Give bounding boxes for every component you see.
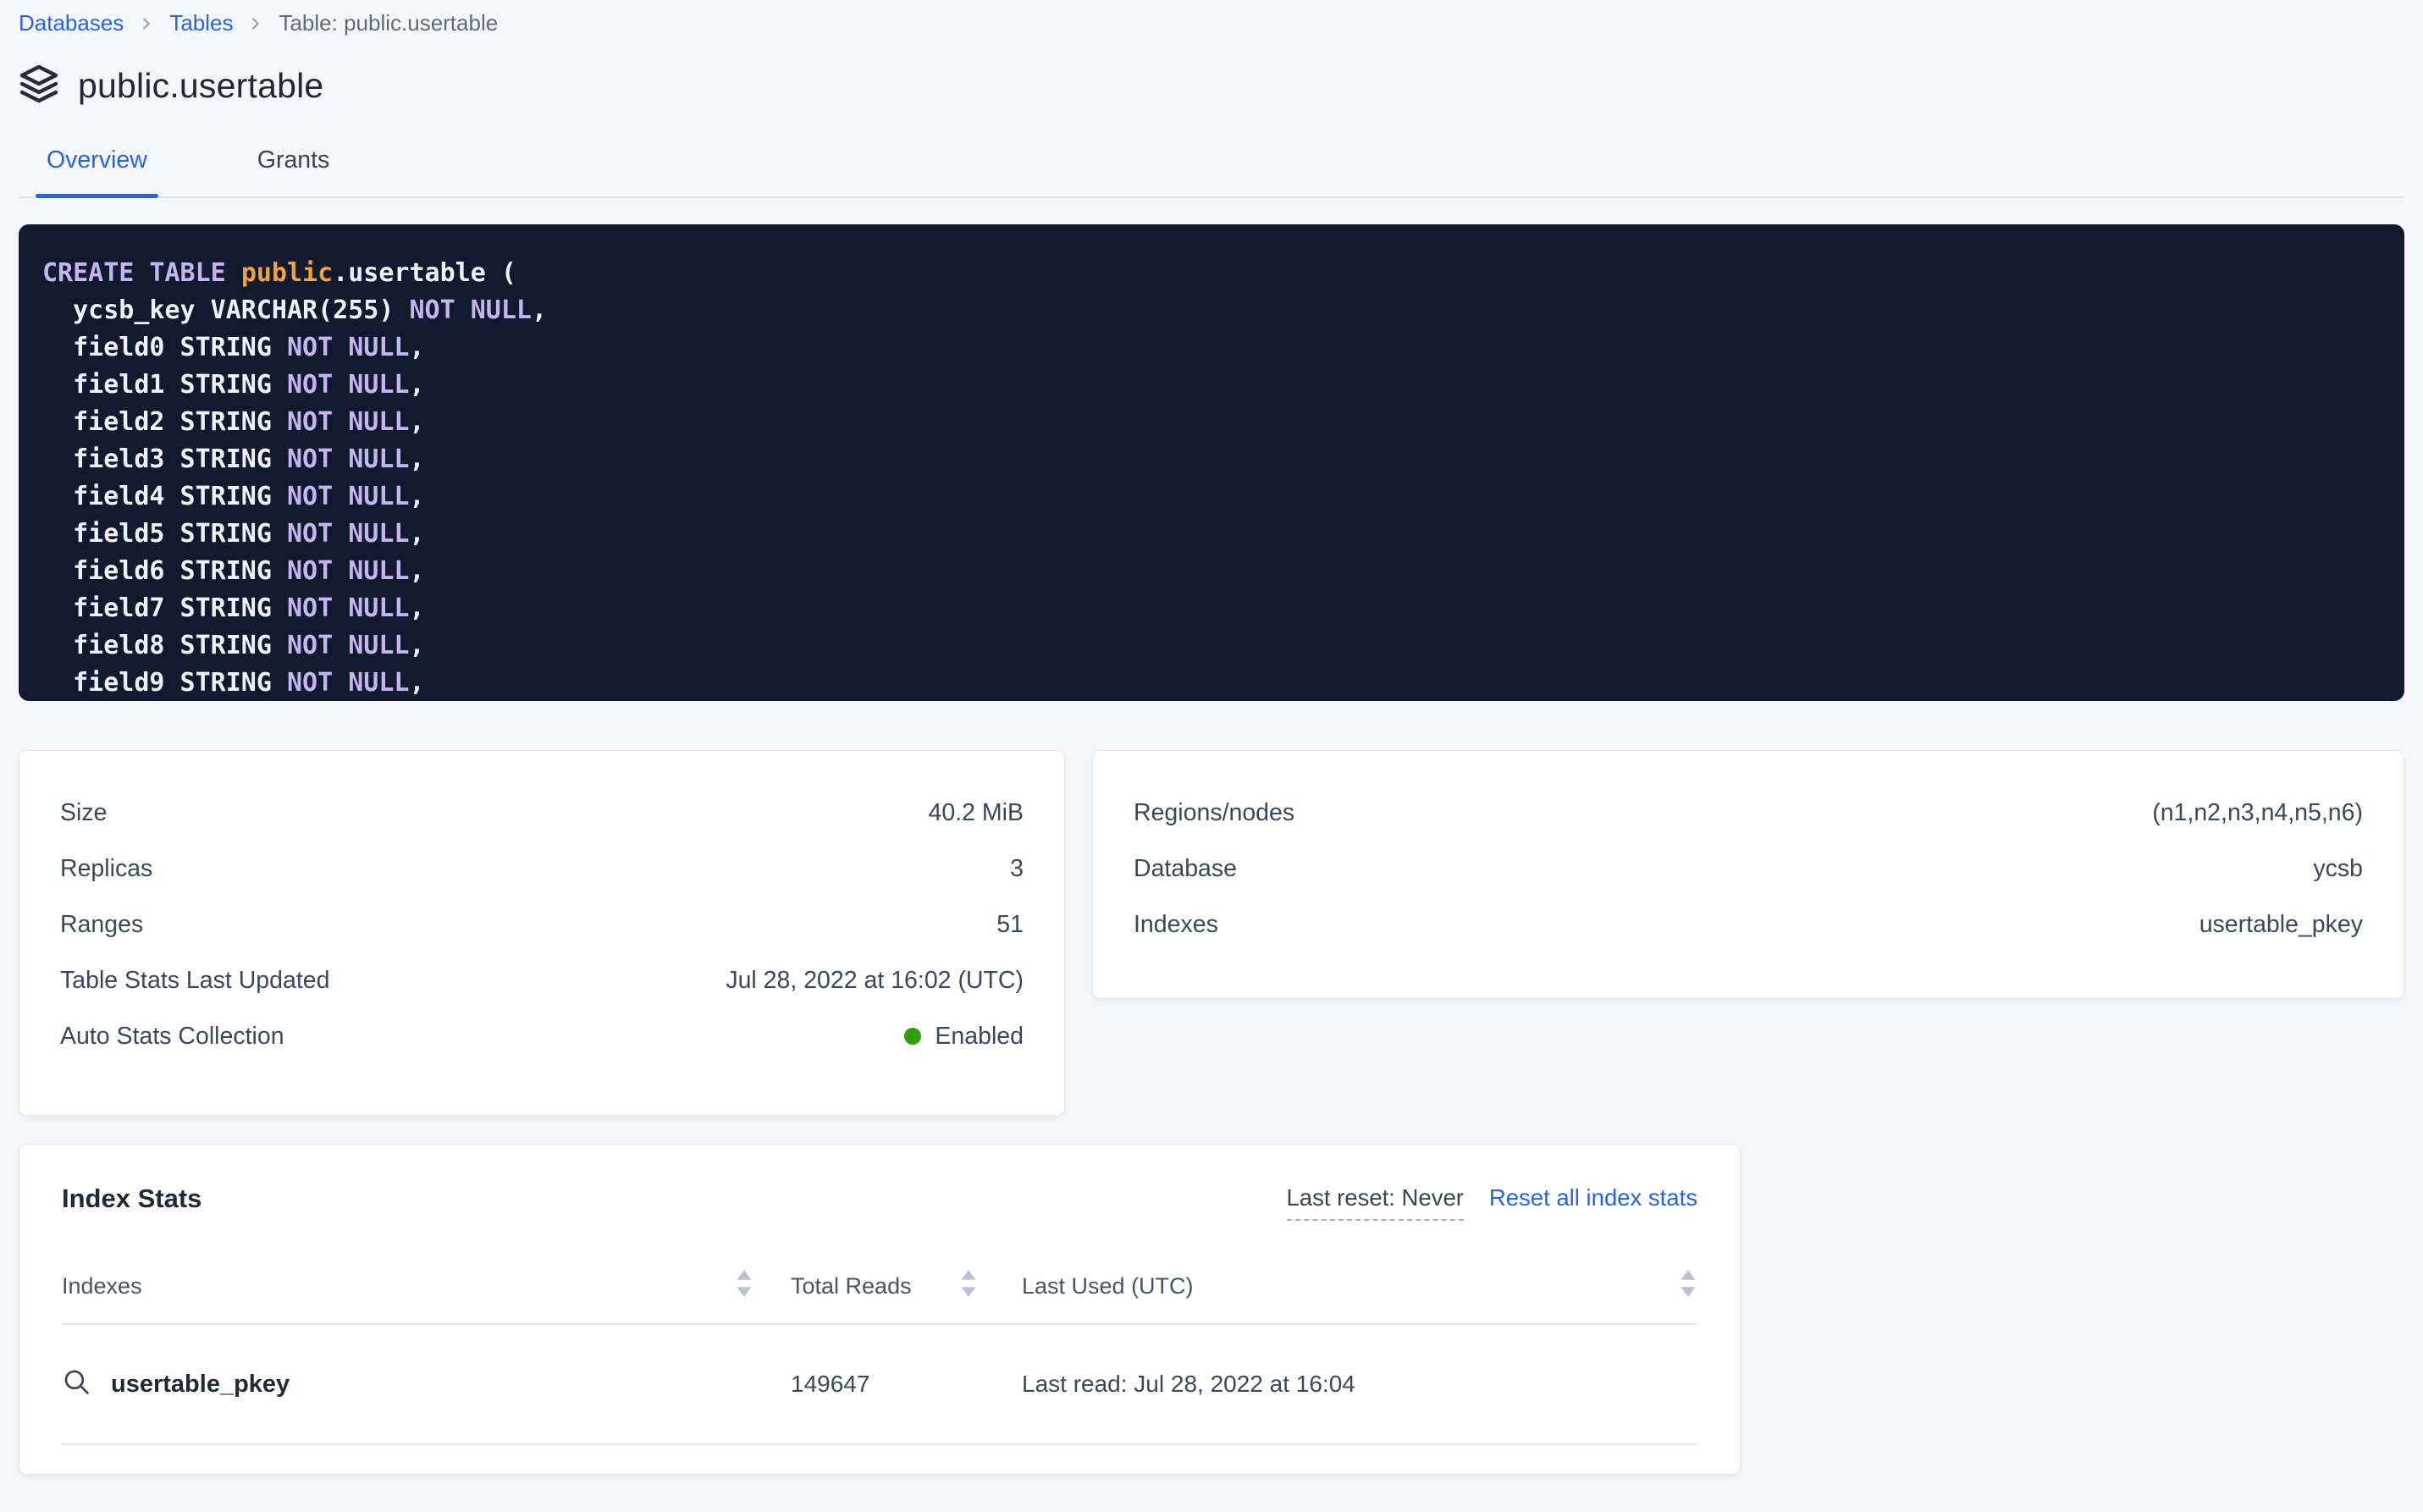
index-name-cell[interactable]: usertable_pkey <box>62 1367 791 1402</box>
summary-label: Replicas <box>60 855 152 882</box>
summary-row-replicas: Replicas 3 <box>60 841 1024 897</box>
index-name: usertable_pkey <box>111 1371 290 1399</box>
column-header-indexes[interactable]: Indexes <box>62 1270 791 1303</box>
summary-label: Indexes <box>1134 911 1218 938</box>
summary-value: 40.2 MiB <box>929 799 1024 826</box>
chevron-right-icon <box>246 14 265 33</box>
summary-row-size: Size 40.2 MiB <box>60 785 1024 841</box>
breadcrumb-link-tables[interactable]: Tables <box>169 10 233 36</box>
sql-line: field6 STRING NOT NULL, <box>42 553 2384 590</box>
last-reset-tooltip-anchor[interactable]: Last reset: Never <box>1287 1184 1464 1221</box>
summary-row-stats-updated: Table Stats Last Updated Jul 28, 2022 at… <box>60 952 1024 1008</box>
tab-overview[interactable]: Overview <box>36 146 158 196</box>
summary-label: Ranges <box>60 911 143 938</box>
index-stats-table-header: Indexes Total Reads Last Used (UTC) <box>62 1270 1697 1325</box>
chevron-right-icon <box>137 14 156 33</box>
summary-cards-row: Size 40.2 MiB Replicas 3 Ranges 51 Table… <box>19 750 2404 1116</box>
column-header-label: Last Used (UTC) <box>1022 1273 1194 1300</box>
summary-value: 3 <box>1010 855 1024 882</box>
summary-value: usertable_pkey <box>2199 911 2363 938</box>
sql-line: field4 STRING NOT NULL, <box>42 478 2384 516</box>
summary-row-auto-stats: Auto Stats Collection Enabled <box>60 1008 1024 1064</box>
sql-line: CREATE TABLE public.usertable ( <box>42 255 2384 292</box>
total-reads-cell: 149647 <box>791 1371 1022 1398</box>
summary-row-database: Database ycsb <box>1134 841 2363 897</box>
sql-line: field5 STRING NOT NULL, <box>42 516 2384 553</box>
breadcrumb-current: Table: public.usertable <box>279 10 498 36</box>
layers-icon <box>19 63 59 108</box>
index-stats-header: Index Stats Last reset: Never Reset all … <box>62 1180 1697 1221</box>
summary-label: Size <box>60 799 107 826</box>
table-summary-card: Size 40.2 MiB Replicas 3 Ranges 51 Table… <box>19 750 1065 1116</box>
last-used-cell: Last read: Jul 28, 2022 at 16:04 <box>1022 1371 1697 1398</box>
index-stats-controls: Last reset: Never Reset all index stats <box>1287 1184 1698 1221</box>
status-badge: Enabled <box>904 1023 1024 1050</box>
column-header-label: Indexes <box>62 1273 142 1300</box>
sort-arrows-icon[interactable] <box>959 1270 978 1303</box>
status-text: Enabled <box>935 1023 1024 1050</box>
column-header-total-reads[interactable]: Total Reads <box>791 1270 1022 1303</box>
summary-label: Table Stats Last Updated <box>60 967 329 994</box>
page-title-row: public.usertable <box>19 63 2404 108</box>
index-stats-title: Index Stats <box>62 1180 201 1217</box>
breadcrumb: Databases Tables Table: public.usertable <box>19 0 2404 36</box>
summary-label: Regions/nodes <box>1134 799 1294 826</box>
table-row[interactable]: usertable_pkey 149647 Last read: Jul 28,… <box>62 1325 1697 1445</box>
tab-bar: Overview Grants <box>19 146 2404 198</box>
sql-line: field0 STRING NOT NULL, <box>42 329 2384 367</box>
sort-arrows-icon[interactable] <box>1679 1270 1697 1303</box>
summary-value: ycsb <box>2313 855 2363 882</box>
sql-line: field8 STRING NOT NULL, <box>42 627 2384 665</box>
summary-row-regions: Regions/nodes (n1,n2,n3,n4,n5,n6) <box>1134 785 2363 841</box>
sql-line: field9 STRING NOT NULL, <box>42 665 2384 701</box>
sql-line: field3 STRING NOT NULL, <box>42 441 2384 478</box>
column-header-last-used[interactable]: Last Used (UTC) <box>1022 1270 1697 1303</box>
index-stats-card: Index Stats Last reset: Never Reset all … <box>19 1144 1741 1475</box>
sql-line: field2 STRING NOT NULL, <box>42 404 2384 441</box>
summary-row-ranges: Ranges 51 <box>60 897 1024 952</box>
green-dot-icon <box>904 1028 921 1045</box>
summary-value: (n1,n2,n3,n4,n5,n6) <box>2152 799 2363 826</box>
create-table-sql-block: CREATE TABLE public.usertable ( ycsb_key… <box>19 224 2404 701</box>
summary-label: Auto Stats Collection <box>60 1023 284 1050</box>
breadcrumb-link-databases[interactable]: Databases <box>19 10 124 36</box>
sql-line: field7 STRING NOT NULL, <box>42 590 2384 627</box>
page-title: public.usertable <box>78 66 323 106</box>
page: Databases Tables Table: public.usertable… <box>0 0 2423 1475</box>
sql-line: ycsb_key VARCHAR(255) NOT NULL, <box>42 292 2384 329</box>
summary-value: 51 <box>996 911 1024 938</box>
summary-row-indexes: Indexes usertable_pkey <box>1134 897 2363 952</box>
sort-arrows-icon[interactable] <box>735 1270 753 1303</box>
search-icon <box>62 1367 91 1402</box>
reset-all-index-stats-link[interactable]: Reset all index stats <box>1489 1184 1697 1212</box>
summary-value: Jul 28, 2022 at 16:02 (UTC) <box>726 967 1024 994</box>
tab-grants[interactable]: Grants <box>246 146 341 196</box>
sql-line: field1 STRING NOT NULL, <box>42 367 2384 404</box>
tab-grants-label: Grants <box>257 146 330 174</box>
summary-label: Database <box>1134 855 1237 882</box>
column-header-label: Total Reads <box>791 1273 912 1300</box>
active-tab-indicator <box>36 194 158 198</box>
tab-overview-label: Overview <box>47 146 147 174</box>
placement-summary-card: Regions/nodes (n1,n2,n3,n4,n5,n6) Databa… <box>1092 750 2404 999</box>
